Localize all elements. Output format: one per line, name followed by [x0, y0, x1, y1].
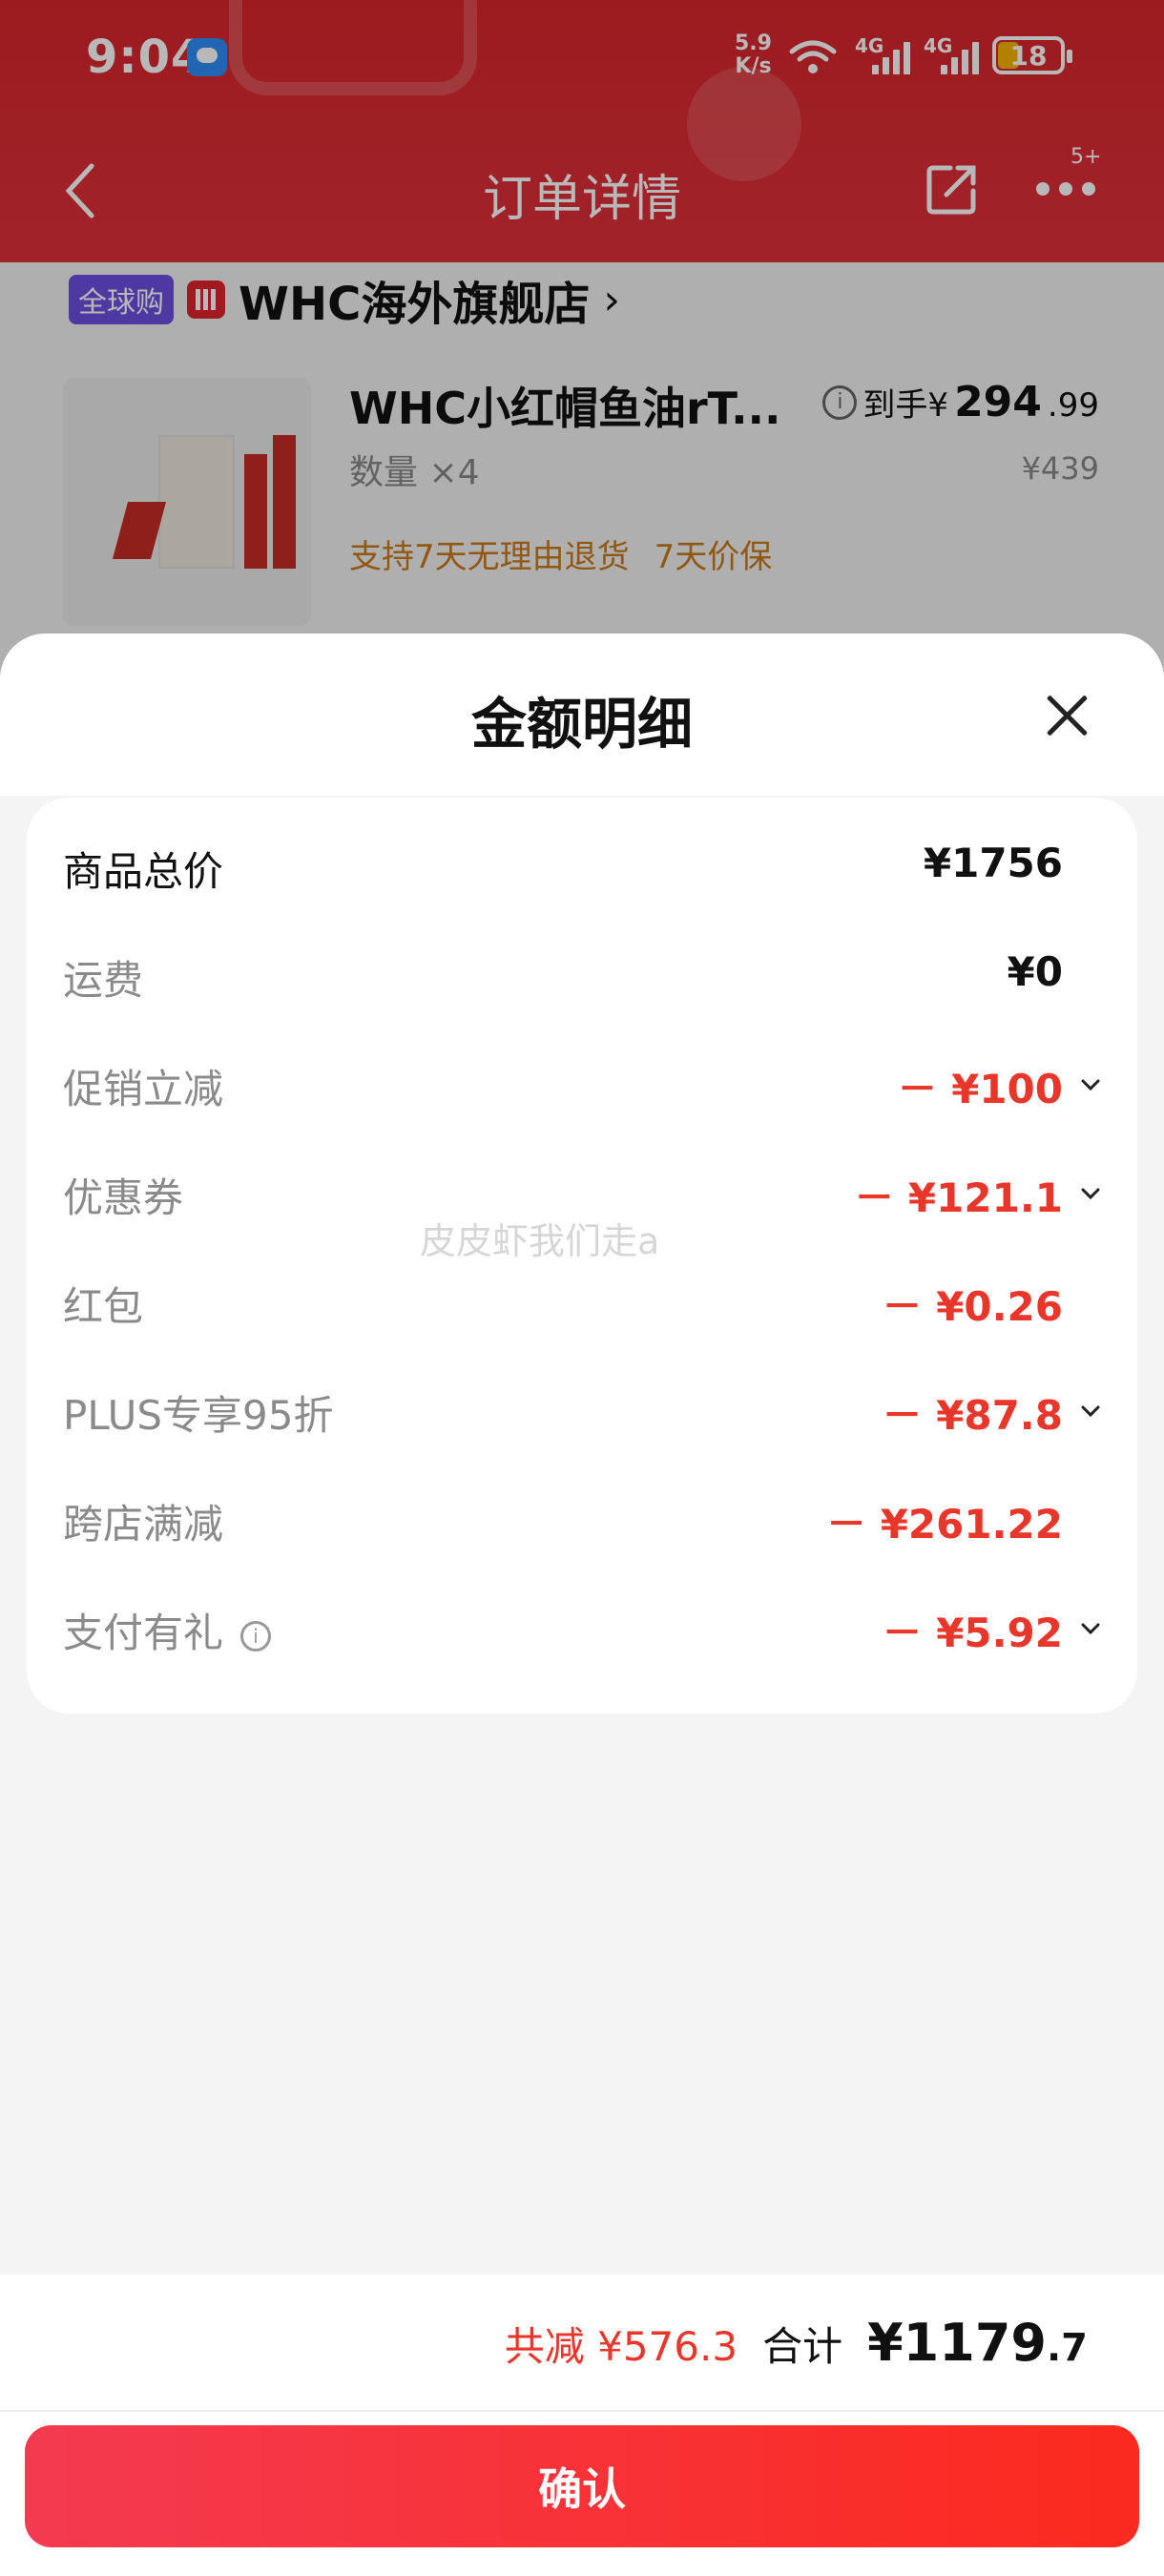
row-label: 跨店满减: [63, 1501, 224, 1548]
row-payment-gift[interactable]: 支付有礼 i － ¥5.92: [27, 1584, 1137, 1670]
row-amount: － ¥5.92: [882, 1610, 1063, 1656]
row-amount: － ¥0.26: [882, 1283, 1063, 1330]
chevron-down-icon[interactable]: [1080, 1618, 1101, 1639]
info-icon[interactable]: i: [240, 1620, 272, 1652]
row-shipping: 运费 ¥0: [27, 931, 1137, 1017]
sheet-header: 金额明细: [0, 634, 1164, 796]
row-red-packet: 红包 － ¥0.26: [27, 1257, 1137, 1343]
row-amount: ¥0: [1007, 948, 1063, 995]
close-icon[interactable]: [1038, 687, 1095, 744]
row-label: 商品总价: [63, 848, 224, 895]
total-saved: 共减 ¥576.3: [504, 2323, 738, 2370]
confirm-button[interactable]: 确认: [25, 2425, 1139, 2547]
total-amount: ¥1179.7: [867, 2313, 1088, 2373]
chevron-down-icon[interactable]: [1080, 1401, 1101, 1422]
row-label: PLUS专享95折: [63, 1392, 334, 1439]
row-amount: ¥1756: [923, 840, 1063, 886]
row-goods-total: 商品总价 ¥1756: [27, 822, 1137, 908]
sheet-title: 金额明细: [470, 692, 693, 757]
total-decimal: .7: [1046, 2326, 1088, 2370]
row-label: 优惠券: [63, 1174, 184, 1221]
watermark-text: 皮皮虾我们走a: [420, 1220, 660, 1262]
row-amount: － ¥121.1: [854, 1174, 1063, 1221]
row-amount: － ¥261.22: [826, 1501, 1063, 1548]
footer-bar: 共减 ¥576.3 合计 ¥1179.7 确认: [0, 2275, 1164, 2576]
row-amount: － ¥100: [897, 1066, 1063, 1112]
chevron-down-icon[interactable]: [1080, 1074, 1101, 1095]
row-label: 运费: [63, 957, 144, 1004]
total-integer: 1179: [903, 2313, 1047, 2373]
row-amount: － ¥87.8: [882, 1392, 1063, 1439]
row-label: 红包: [63, 1283, 144, 1330]
row-label: 促销立减: [63, 1066, 224, 1112]
row-label-text: 支付有礼: [63, 1610, 224, 1656]
row-cross-store-discount: 跨店满减 － ¥261.22: [27, 1475, 1137, 1561]
row-label: 支付有礼 i: [63, 1601, 272, 1659]
row-promotion[interactable]: 促销立减 － ¥100: [27, 1040, 1137, 1126]
divider: [0, 2410, 1164, 2412]
total-label: 合计: [762, 2323, 843, 2370]
app-root: 9:04 5.9 K/s 4G 4G 18 订单详情 5+ 全球购 WHC海外旗…: [0, 0, 1164, 2576]
total-summary: 共减 ¥576.3 合计 ¥1179.7: [505, 2313, 1088, 2373]
total-currency: ¥: [867, 2313, 904, 2373]
row-plus-discount[interactable]: PLUS专享95折 － ¥87.8: [27, 1366, 1137, 1452]
chevron-down-icon[interactable]: [1080, 1183, 1101, 1204]
